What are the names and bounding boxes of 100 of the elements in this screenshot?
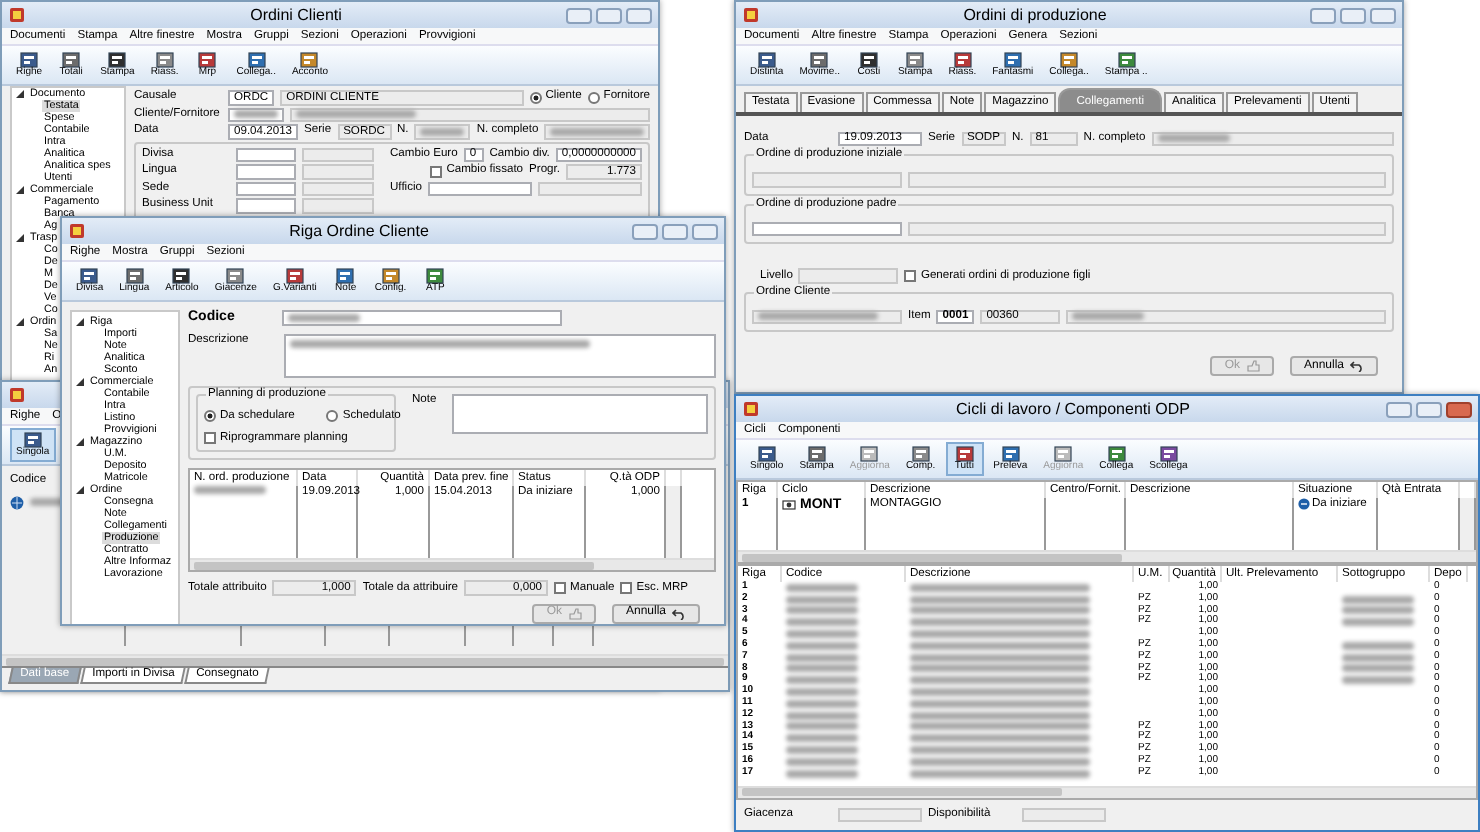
app-icon (742, 400, 760, 418)
text-field[interactable] (544, 124, 650, 139)
scroll-bar[interactable] (1460, 498, 1476, 550)
app-icon (68, 222, 86, 240)
maximize-button[interactable] (662, 223, 688, 239)
checkbox[interactable] (620, 582, 633, 595)
undo-icon (1350, 360, 1364, 372)
tile-icon (757, 446, 776, 462)
text-field[interactable] (1066, 309, 1386, 325)
text-area[interactable] (452, 394, 708, 435)
tile-icon (1001, 446, 1020, 462)
text-field[interactable] (302, 181, 374, 196)
text-field[interactable] (538, 181, 643, 196)
text-field[interactable] (236, 181, 296, 196)
tile-icon (860, 446, 879, 462)
checkbox[interactable] (554, 582, 567, 595)
window-title: Cicli di lavoro / Componenti ODP (954, 399, 1192, 419)
expanded-icon[interactable] (76, 318, 84, 326)
undo-icon (672, 607, 686, 620)
text-field[interactable] (290, 107, 650, 122)
close-button[interactable] (1446, 401, 1472, 417)
tile-icon (859, 52, 878, 68)
expanded-icon[interactable] (16, 90, 24, 98)
blurred-text (786, 618, 858, 627)
app-icon (8, 386, 26, 404)
text-field[interactable] (282, 310, 562, 326)
text-field[interactable] (838, 807, 922, 822)
tile-icon (1159, 446, 1178, 462)
text-field[interactable] (1022, 807, 1106, 822)
tile-icon (125, 268, 144, 284)
checkbox[interactable] (204, 432, 216, 445)
tile-icon (155, 52, 174, 68)
tile-icon (20, 52, 39, 68)
blurred-text (194, 486, 266, 495)
tile-icon (810, 52, 829, 68)
tile-icon (757, 52, 776, 68)
text-field[interactable] (302, 147, 374, 162)
scroll-bar[interactable] (666, 486, 682, 559)
close-button[interactable] (626, 7, 652, 23)
minimize-button[interactable] (1386, 401, 1412, 417)
text-field[interactable] (414, 124, 471, 139)
text-field[interactable] (428, 181, 533, 196)
tile-icon (955, 446, 974, 462)
text-field[interactable] (1151, 131, 1394, 147)
text-field[interactable] (752, 221, 902, 237)
window-title: Ordini di produzione (961, 5, 1109, 25)
tile-icon (1003, 52, 1022, 68)
text-field[interactable] (752, 172, 902, 188)
text-field[interactable] (236, 147, 296, 162)
tile-icon (1107, 446, 1126, 462)
expanded-icon[interactable] (16, 234, 24, 242)
close-button[interactable] (1370, 7, 1396, 23)
tile-icon (1117, 52, 1136, 68)
text-area[interactable] (284, 334, 716, 379)
expanded-icon[interactable] (76, 378, 84, 386)
tile-icon (80, 268, 99, 284)
radio-button[interactable] (326, 410, 339, 423)
minimize-button[interactable] (1310, 7, 1336, 23)
blurred-text (786, 583, 858, 592)
maximize-button[interactable] (1340, 7, 1366, 23)
blurred-text (786, 676, 858, 685)
maximize-button[interactable] (596, 7, 622, 23)
expanded-icon[interactable] (76, 438, 84, 446)
expanded-icon[interactable] (76, 486, 84, 494)
status-icon (1298, 498, 1310, 510)
text-field[interactable] (228, 107, 284, 122)
app-icon (742, 6, 760, 24)
minimize-button[interactable] (632, 223, 658, 239)
checkbox[interactable] (904, 269, 917, 282)
tile-icon (911, 446, 930, 462)
tile-icon (953, 52, 972, 68)
maximize-button[interactable] (1416, 401, 1442, 417)
radio-button[interactable] (204, 410, 216, 423)
tile-icon (906, 52, 925, 68)
text-field[interactable] (908, 221, 1386, 237)
text-field[interactable] (908, 172, 1386, 188)
window-title: Ordini Clienti (248, 5, 344, 25)
tile-icon (300, 52, 319, 68)
tile-icon (172, 268, 191, 284)
checkbox[interactable] (430, 165, 443, 178)
hand-icon (567, 607, 582, 620)
tile-icon (1060, 52, 1079, 68)
radio-button[interactable] (587, 91, 600, 104)
radio-button[interactable] (529, 91, 542, 104)
text-field[interactable] (752, 309, 902, 325)
text-field[interactable] (236, 198, 296, 213)
text-field[interactable] (302, 164, 374, 179)
expanded-icon[interactable] (16, 186, 24, 194)
minimize-button[interactable] (566, 7, 592, 23)
tile-icon (62, 52, 81, 68)
close-button[interactable] (692, 223, 718, 239)
expanded-icon[interactable] (16, 318, 24, 326)
text-field[interactable] (236, 164, 296, 179)
tile-icon (247, 52, 266, 68)
hand-icon (1245, 360, 1260, 372)
tile-icon (1054, 446, 1073, 462)
text-field[interactable] (302, 198, 374, 213)
text-field[interactable] (798, 268, 899, 284)
gear-icon (782, 498, 796, 510)
tile-icon (198, 52, 217, 68)
